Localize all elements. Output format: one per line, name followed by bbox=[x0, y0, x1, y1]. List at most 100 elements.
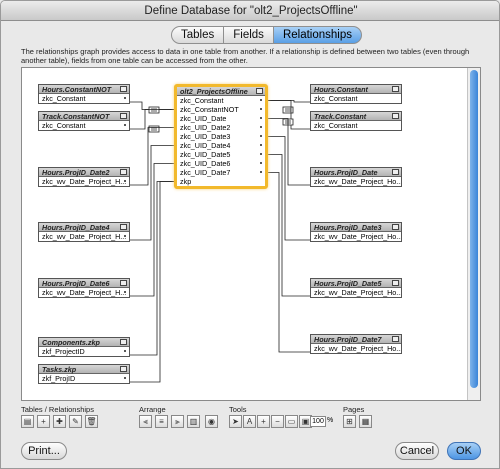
center-field[interactable]: zkc_UID_Date bbox=[177, 114, 265, 123]
collapse-icon[interactable] bbox=[392, 224, 399, 230]
center-field[interactable]: zkc_UID_Date7 bbox=[177, 168, 265, 177]
delete-button[interactable]: 🗑 bbox=[85, 415, 98, 428]
right-table[interactable]: Hours.Constant zkc_Constant bbox=[310, 84, 402, 104]
center-field[interactable]: zkc_UID_Date3 bbox=[177, 132, 265, 141]
duplicate-button[interactable]: ✚ bbox=[53, 415, 66, 428]
relationships-graph[interactable]: olt2_ProjectsOffline zkc_Constant zkc_Co… bbox=[22, 68, 468, 400]
right-table[interactable]: Hours.ProjID_Date3 zkc_wv_Date_Project_H… bbox=[310, 222, 402, 242]
collapse-icon[interactable] bbox=[120, 339, 127, 345]
collapse-icon[interactable] bbox=[392, 113, 399, 119]
left-relationship-line[interactable] bbox=[130, 145, 174, 241]
relationship-operator-icon[interactable] bbox=[148, 106, 160, 114]
collapse-icon[interactable] bbox=[392, 280, 399, 286]
table-field[interactable]: zkc_wv_Date_Project_Ho... bbox=[311, 232, 401, 241]
right-relationship-line[interactable] bbox=[268, 136, 310, 241]
table-header[interactable]: Hours.ProjID_Date5 bbox=[311, 279, 401, 288]
zoom-in-button[interactable]: + bbox=[257, 415, 270, 428]
table-field[interactable]: zkf_ProjectID bbox=[39, 347, 129, 356]
add-table-button[interactable]: ▤ bbox=[21, 415, 34, 428]
zoom-out-button[interactable]: − bbox=[271, 415, 284, 428]
table-header[interactable]: Hours.ProjID_Date7 bbox=[311, 335, 401, 344]
table-header[interactable]: Hours.Constant bbox=[311, 85, 401, 94]
distribute-button[interactable]: ▥ bbox=[187, 415, 200, 428]
collapse-icon[interactable] bbox=[392, 86, 399, 92]
table-field[interactable]: zkc_wv_Date_Project_H... bbox=[39, 232, 129, 241]
table-field[interactable]: zkc_Constant bbox=[39, 121, 129, 130]
tab-fields[interactable]: Fields bbox=[223, 26, 274, 44]
left-table[interactable]: Hours.ProjID_Date4 zkc_wv_Date_Project_H… bbox=[38, 222, 130, 242]
fit-button[interactable]: ▭ bbox=[285, 415, 298, 428]
align-center-button[interactable]: ≡ bbox=[155, 415, 168, 428]
table-field[interactable]: zkc_wv_Date_Project_Ho... bbox=[311, 344, 401, 353]
horizontal-scrollbar[interactable] bbox=[22, 386, 468, 400]
left-table[interactable]: Hours.ProjID_Date6 zkc_wv_Date_Project_H… bbox=[38, 278, 130, 298]
center-table-header[interactable]: olt2_ProjectsOffline bbox=[177, 87, 265, 96]
collapse-icon[interactable] bbox=[120, 224, 127, 230]
center-field[interactable]: zkc_Constant bbox=[177, 96, 265, 105]
collapse-icon[interactable] bbox=[120, 113, 127, 119]
cancel-button[interactable]: Cancel bbox=[395, 442, 439, 460]
table-header[interactable]: Track.ConstantNOT bbox=[39, 112, 129, 121]
color-button[interactable]: ◉ bbox=[205, 415, 218, 428]
center-field[interactable]: zkc_UID_Date2 bbox=[177, 123, 265, 132]
left-table[interactable]: Hours.ProjID_Date2 zkc_wv_Date_Project_H… bbox=[38, 167, 130, 187]
left-relationship-line[interactable] bbox=[130, 181, 174, 383]
table-field[interactable]: zkc_wv_Date_Project_Ho... bbox=[311, 177, 401, 186]
left-relationship-line[interactable] bbox=[130, 181, 174, 356]
scroll-thumb[interactable] bbox=[470, 70, 478, 388]
left-table[interactable]: Hours.ConstantNOT zkc_Constant bbox=[38, 84, 130, 104]
text-tool-button[interactable]: A bbox=[243, 415, 256, 428]
align-left-button[interactable]: ⫷ bbox=[139, 415, 152, 428]
table-field[interactable]: zkc_Constant bbox=[39, 94, 129, 103]
center-field[interactable]: zkp bbox=[177, 177, 265, 186]
right-relationship-line[interactable] bbox=[268, 172, 310, 353]
pointer-tool-button[interactable]: ➤ bbox=[229, 415, 242, 428]
collapse-icon[interactable] bbox=[120, 280, 127, 286]
left-table[interactable]: Components.zkp zkf_ProjectID bbox=[38, 337, 130, 357]
table-field[interactable]: zkf_ProjID bbox=[39, 374, 129, 383]
collapse-icon[interactable] bbox=[392, 169, 399, 175]
left-table[interactable]: Tasks.zkp zkf_ProjID bbox=[38, 364, 130, 384]
page-breaks-button[interactable]: ⊞ bbox=[343, 415, 356, 428]
left-relationship-line[interactable] bbox=[130, 127, 174, 186]
collapse-icon[interactable] bbox=[256, 88, 263, 94]
table-field[interactable]: zkc_wv_Date_Project_H... bbox=[39, 177, 129, 186]
table-header[interactable]: Hours.ProjID_Date4 bbox=[39, 223, 129, 232]
relationship-operator-icon[interactable] bbox=[282, 106, 294, 114]
center-table[interactable]: olt2_ProjectsOffline zkc_Constant zkc_Co… bbox=[174, 84, 268, 189]
table-header[interactable]: Hours.ProjID_Date3 bbox=[311, 223, 401, 232]
center-field[interactable]: zkc_UID_Date6 bbox=[177, 159, 265, 168]
table-header[interactable]: Hours.ProjID_Date6 bbox=[39, 279, 129, 288]
table-field[interactable]: zkc_Constant bbox=[311, 94, 401, 103]
collapse-icon[interactable] bbox=[120, 86, 127, 92]
align-right-button[interactable]: ⫸ bbox=[171, 415, 184, 428]
right-table[interactable]: Hours.ProjID_Date7 zkc_wv_Date_Project_H… bbox=[310, 334, 402, 354]
collapse-icon[interactable] bbox=[392, 336, 399, 342]
right-relationship-line[interactable] bbox=[268, 154, 310, 297]
right-table[interactable]: Hours.ProjID_Date zkc_wv_Date_Project_Ho… bbox=[310, 167, 402, 187]
center-field[interactable]: zkc_ConstantNOT bbox=[177, 105, 265, 114]
right-table[interactable]: Track.Constant zkc_Constant bbox=[310, 111, 402, 131]
center-field[interactable]: zkc_UID_Date5 bbox=[177, 150, 265, 159]
page-setup-button[interactable]: ▦ bbox=[359, 415, 372, 428]
table-field[interactable]: zkc_wv_Date_Project_Ho... bbox=[311, 288, 401, 297]
left-relationship-line[interactable] bbox=[130, 163, 174, 297]
ok-button[interactable]: OK bbox=[447, 442, 481, 460]
tab-relationships[interactable]: Relationships bbox=[272, 26, 362, 44]
zoom-field[interactable]: 100 bbox=[310, 416, 326, 427]
table-header[interactable]: Hours.ProjID_Date bbox=[311, 168, 401, 177]
table-header[interactable]: Hours.ConstantNOT bbox=[39, 85, 129, 94]
print-button[interactable]: Print... bbox=[21, 442, 67, 460]
center-field[interactable]: zkc_UID_Date4 bbox=[177, 141, 265, 150]
add-relationship-button[interactable]: + bbox=[37, 415, 50, 428]
relationship-operator-icon[interactable] bbox=[148, 125, 160, 133]
edit-button[interactable]: ✎ bbox=[69, 415, 82, 428]
table-header[interactable]: Tasks.zkp bbox=[39, 365, 129, 374]
table-field[interactable]: zkc_wv_Date_Project_H... bbox=[39, 288, 129, 297]
table-field[interactable]: zkc_Constant bbox=[311, 121, 401, 130]
left-table[interactable]: Track.ConstantNOT zkc_Constant bbox=[38, 111, 130, 131]
tab-tables[interactable]: Tables bbox=[171, 26, 225, 44]
vertical-scrollbar[interactable] bbox=[467, 68, 480, 400]
right-relationship-line[interactable] bbox=[268, 118, 310, 186]
table-header[interactable]: Components.zkp bbox=[39, 338, 129, 347]
